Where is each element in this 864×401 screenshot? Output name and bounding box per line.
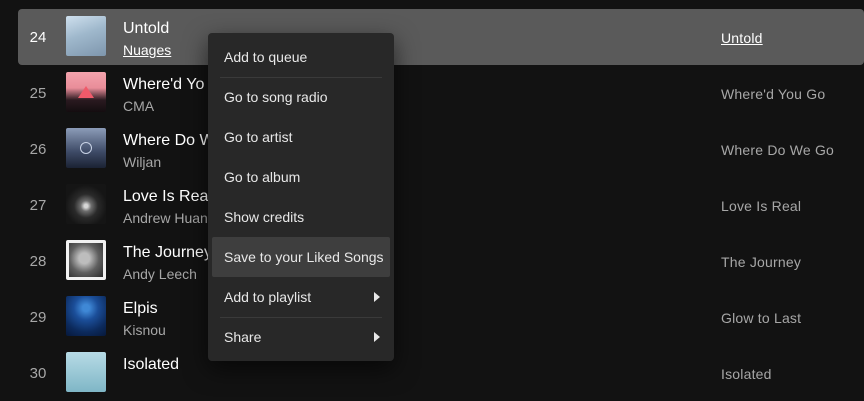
track-artist-link[interactable]: Andy Leech bbox=[123, 266, 197, 282]
track-number: 29 bbox=[29, 309, 47, 326]
menu-item-label: Go to artist bbox=[224, 129, 293, 145]
track-album-link[interactable]: Where Do We Go bbox=[721, 142, 834, 158]
album-cover bbox=[66, 184, 106, 224]
menu-item-label: Add to playlist bbox=[224, 289, 312, 305]
album-cover bbox=[66, 72, 106, 112]
track-row-27[interactable]: 27 Love Is Real Andrew Huan Love Is Real bbox=[18, 177, 864, 233]
track-album-link[interactable]: Untold bbox=[721, 30, 763, 46]
menu-item-label: Go to song radio bbox=[224, 89, 328, 105]
track-title[interactable]: Where Do W bbox=[123, 132, 215, 150]
menu-item-go-to-artist[interactable]: Go to artist bbox=[212, 117, 390, 157]
track-album-link[interactable]: Where'd You Go bbox=[721, 86, 825, 102]
menu-item-save-to-liked-songs[interactable]: Save to your Liked Songs bbox=[212, 237, 390, 277]
track-album-link[interactable]: Glow to Last bbox=[721, 310, 801, 326]
album-cover bbox=[66, 16, 106, 56]
track-number: 25 bbox=[29, 85, 47, 102]
menu-item-label: Save to your Liked Songs bbox=[224, 249, 384, 265]
track-row-29[interactable]: 29 Elpis Kisnou Glow to Last bbox=[18, 289, 864, 345]
track-row-30[interactable]: 30 Isolated Isolated bbox=[18, 345, 864, 401]
track-number: 24 bbox=[29, 29, 47, 46]
track-number: 30 bbox=[29, 365, 47, 382]
track-title[interactable]: Love Is Real bbox=[123, 188, 212, 206]
track-artist-link[interactable]: Nuages bbox=[123, 42, 171, 58]
menu-item-add-to-playlist[interactable]: Add to playlist bbox=[212, 277, 390, 317]
track-row-24[interactable]: 24 Untold Nuages Untold bbox=[18, 9, 864, 65]
menu-item-share[interactable]: Share bbox=[212, 317, 390, 357]
album-cover bbox=[66, 296, 106, 336]
track-title[interactable]: Elpis bbox=[123, 300, 158, 318]
context-menu: Add to queue Go to song radio Go to arti… bbox=[208, 33, 394, 361]
menu-item-label: Show credits bbox=[224, 209, 305, 225]
track-number: 26 bbox=[29, 141, 47, 158]
track-list: 24 Untold Nuages Untold 25 Where'd Yo CM… bbox=[0, 0, 864, 392]
track-number: 28 bbox=[29, 253, 47, 270]
menu-item-show-credits[interactable]: Show credits bbox=[212, 197, 390, 237]
track-number: 27 bbox=[29, 197, 47, 214]
album-cover bbox=[66, 128, 106, 168]
chevron-right-icon bbox=[374, 292, 380, 302]
track-row-25[interactable]: 25 Where'd Yo CMA Where'd You Go bbox=[18, 65, 864, 121]
track-title[interactable]: The Journey bbox=[123, 244, 212, 262]
chevron-right-icon bbox=[374, 332, 380, 342]
track-title[interactable]: Where'd Yo bbox=[123, 76, 204, 94]
menu-item-add-to-queue[interactable]: Add to queue bbox=[212, 37, 390, 77]
track-artist-link[interactable]: Andrew Huan bbox=[123, 210, 208, 226]
track-album-link[interactable]: Isolated bbox=[721, 366, 772, 382]
album-cover bbox=[66, 352, 106, 392]
track-title[interactable]: Isolated bbox=[123, 356, 179, 374]
menu-item-label: Add to queue bbox=[224, 49, 308, 65]
track-album-link[interactable]: The Journey bbox=[721, 254, 801, 270]
track-artist-link[interactable]: Kisnou bbox=[123, 322, 166, 338]
menu-item-label: Share bbox=[224, 329, 262, 345]
menu-item-go-to-album[interactable]: Go to album bbox=[212, 157, 390, 197]
track-row-28[interactable]: 28 The Journey Andy Leech The Journey bbox=[18, 233, 864, 289]
track-album-link[interactable]: Love Is Real bbox=[721, 198, 801, 214]
menu-item-label: Go to album bbox=[224, 169, 301, 185]
track-row-26[interactable]: 26 Where Do W Wiljan Where Do We Go bbox=[18, 121, 864, 177]
menu-item-go-to-song-radio[interactable]: Go to song radio bbox=[212, 77, 390, 117]
track-title[interactable]: Untold bbox=[123, 20, 169, 38]
track-artist-link[interactable]: CMA bbox=[123, 98, 154, 114]
album-cover bbox=[66, 240, 106, 280]
track-artist-link[interactable]: Wiljan bbox=[123, 154, 161, 170]
